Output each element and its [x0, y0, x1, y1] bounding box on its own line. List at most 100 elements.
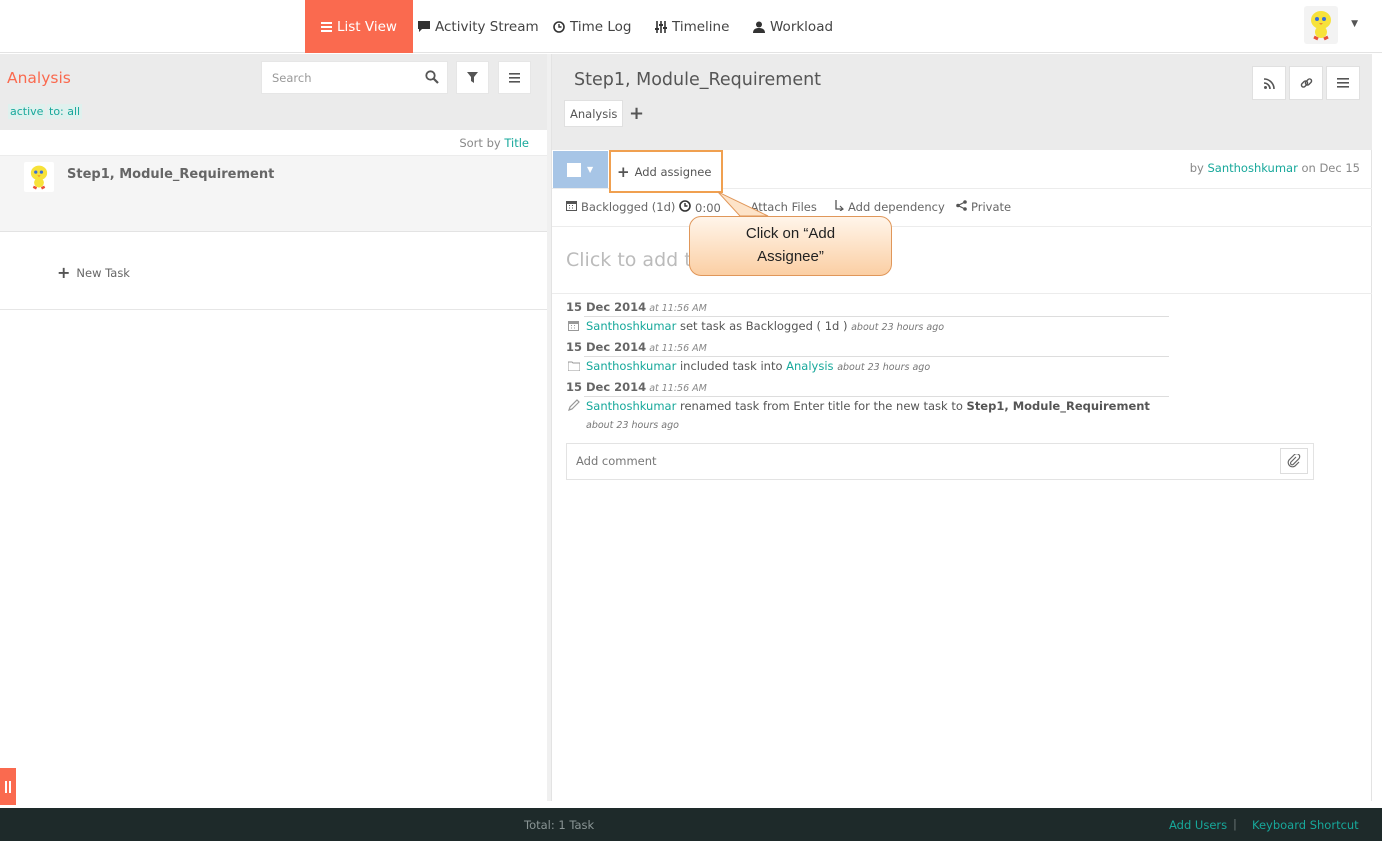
tab-label: Timeline [672, 18, 730, 35]
activity-item: Santhoshkumar included task into Analysi… [566, 357, 1169, 377]
tweety-avatar-icon [1311, 11, 1331, 41]
task-list-header: Analysis active to: all [0, 54, 547, 130]
filter-button[interactable] [456, 61, 489, 94]
task-detail-header: Step1, Module_Requirement Analysis + [552, 54, 1372, 150]
user-link[interactable]: Santhoshkumar [586, 359, 676, 373]
add-dependency-button[interactable]: Add dependency [834, 200, 945, 214]
activity-date: 15 Dec 2014 at 11:56 AM [566, 300, 707, 314]
tab-workload[interactable]: Workload [753, 0, 833, 53]
sliders-icon [655, 20, 667, 33]
add-project-button[interactable]: + [629, 103, 644, 124]
clock-icon [553, 20, 565, 33]
creator-link[interactable]: Santhoshkumar [1207, 161, 1297, 175]
callout-line-2: Assignee” [757, 248, 824, 265]
tab-activity-stream[interactable]: Activity Stream [418, 0, 539, 53]
created-by-info: by Santhoshkumar on Dec 15 [1190, 161, 1360, 175]
user-avatar[interactable] [1304, 6, 1338, 44]
activity-task-name: Step1, Module_Requirement [966, 399, 1150, 413]
task-assignee-avatar [24, 162, 54, 192]
filter-icon [467, 72, 478, 83]
status-checkbox[interactable] [567, 162, 581, 177]
clock-icon [679, 200, 691, 215]
rss-icon [1263, 77, 1275, 89]
new-task-row: + New Task [0, 232, 547, 310]
description-area[interactable]: Click to add th [552, 227, 1372, 294]
privacy-button[interactable]: Private [956, 200, 1011, 214]
panel-collapse-handle[interactable] [0, 768, 16, 805]
copy-link-button[interactable] [1289, 66, 1323, 100]
filter-chip-assignee[interactable]: to: all [47, 104, 83, 119]
task-list-panel: Analysis active to: all Sort by Title [0, 54, 547, 801]
activity-text: set task as Backlogged ( 1d ) [679, 319, 848, 333]
task-list-item[interactable]: Step1, Module_Requirement [0, 156, 547, 232]
add-assignee-label: Add assignee [634, 164, 712, 179]
top-nav: List View Activity Stream Time Log Timel… [0, 0, 1382, 53]
new-task-button[interactable]: + New Task [57, 263, 130, 282]
add-assignee-button[interactable]: + Add assignee [609, 150, 723, 193]
task-title: Step1, Module_Requirement [67, 167, 275, 182]
comment-icon [418, 21, 430, 32]
sort-field-link[interactable]: Title [504, 136, 529, 150]
user-link[interactable]: Santhoshkumar [586, 319, 676, 333]
activity-item: Santhoshkumar renamed task from Enter ti… [566, 397, 1169, 435]
activity-date: 15 Dec 2014 at 11:56 AM [566, 340, 707, 354]
plus-icon: + [57, 263, 71, 282]
tab-label: Workload [770, 18, 834, 35]
activity-date: 15 Dec 2014 at 11:56 AM [566, 380, 707, 394]
activity-ago: about 23 hours ago [851, 322, 945, 333]
sort-control: Sort by Title [459, 136, 529, 150]
activity-feed: 15 Dec 2014 at 11:56 AM Santhoshkumar set… [566, 300, 1169, 438]
list-menu-button[interactable] [498, 61, 531, 94]
privacy-label: Private [971, 200, 1012, 214]
description-placeholder[interactable]: Click to add th [566, 249, 704, 271]
footer-bar: Total: 1 Task Add Users | Keyboard Short… [0, 808, 1382, 841]
list-icon [321, 21, 332, 32]
user-icon [753, 21, 765, 33]
chevron-down-icon[interactable]: ▼ [1351, 19, 1358, 29]
plus-icon: + [617, 162, 630, 181]
share-icon [956, 200, 967, 214]
user-link[interactable]: Santhoshkumar [586, 399, 676, 413]
keyboard-shortcut-link[interactable]: Keyboard Shortcut [1252, 818, 1359, 832]
activity-text: renamed task from Enter title for the ne… [679, 399, 963, 413]
attach-button[interactable] [1280, 448, 1308, 474]
task-menu-button[interactable] [1326, 66, 1360, 100]
tab-time-log[interactable]: Time Log [553, 0, 631, 53]
project-title: Analysis [7, 69, 71, 87]
comment-box[interactable] [566, 443, 1314, 480]
menu-icon [1337, 78, 1349, 88]
search-box[interactable] [261, 61, 448, 94]
tab-timeline[interactable]: Timeline [655, 0, 729, 53]
status-meta[interactable]: Backlogged (1d) [566, 200, 675, 214]
menu-icon [509, 72, 520, 83]
activity-ago: about 23 hours ago [837, 362, 931, 373]
activity-text: included task into [679, 359, 783, 373]
add-users-link[interactable]: Add Users [1169, 818, 1227, 832]
filter-chip-active[interactable]: active [8, 104, 46, 119]
task-detail-title[interactable]: Step1, Module_Requirement [574, 70, 821, 90]
folder-icon [567, 359, 581, 377]
project-tag[interactable]: Analysis [564, 100, 624, 127]
project-link[interactable]: Analysis [786, 359, 833, 373]
tab-list-view[interactable]: List View [305, 0, 413, 53]
activity-ago: about 23 hours ago [586, 420, 679, 431]
rss-button[interactable] [1252, 66, 1286, 100]
tweety-avatar-icon [30, 165, 48, 190]
footer-separator: | [1233, 817, 1237, 831]
tab-label: Activity Stream [435, 18, 539, 35]
sort-label: Sort by [459, 136, 501, 150]
paperclip-icon [1287, 454, 1301, 468]
chevron-down-icon: ▼ [587, 165, 594, 174]
dependency-icon [834, 200, 844, 214]
time-value: 0:00 [695, 200, 721, 215]
link-icon [1300, 77, 1312, 88]
status-dropdown[interactable]: ▼ [553, 151, 608, 188]
calendar-icon [566, 200, 577, 214]
pause-icon [5, 780, 11, 793]
search-icon[interactable] [425, 70, 439, 87]
instruction-callout: Click on “Add Assignee” [689, 216, 892, 276]
time-tracker[interactable]: 0:00 [679, 200, 721, 215]
task-meta-row: Backlogged (1d) 0:00 ⌀ Attach Files Add … [552, 189, 1372, 227]
search-input[interactable] [262, 62, 412, 93]
comment-input[interactable] [567, 444, 1267, 477]
